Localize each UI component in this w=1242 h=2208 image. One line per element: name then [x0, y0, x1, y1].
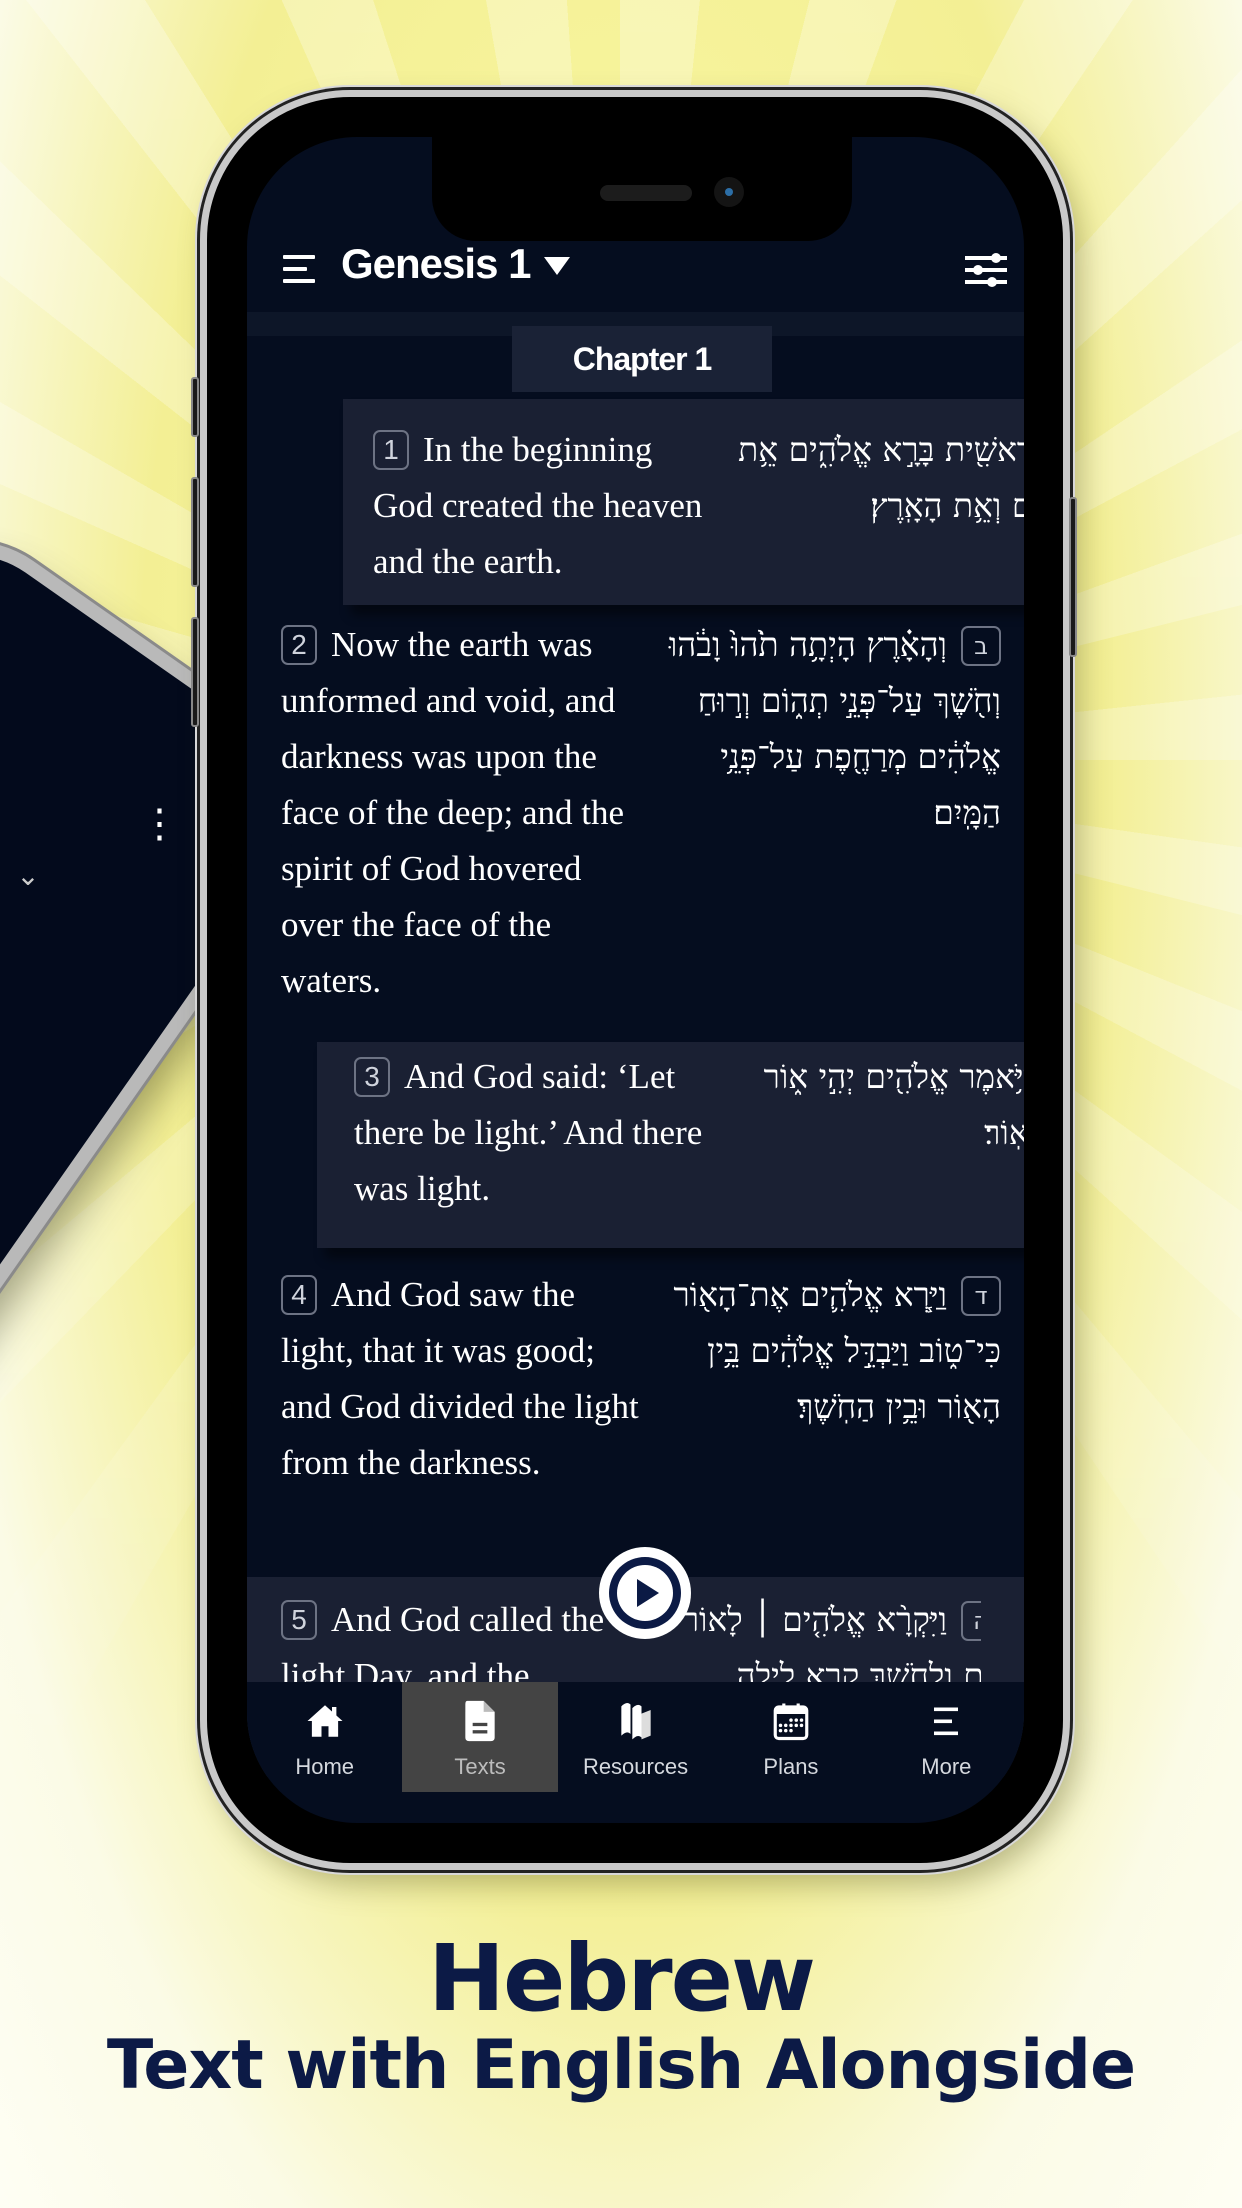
reader-content: Chapter 1 1 In the beginning God created …	[247, 312, 1024, 1777]
volume-down-button	[191, 617, 199, 727]
caption-subheadline: Text with English Alongside	[106, 2026, 1136, 2105]
play-icon	[637, 1579, 659, 1607]
verse-english: 2 Now the earth was unformed and void, an…	[281, 625, 625, 1000]
hebrew-verse-number: ב	[961, 626, 1001, 666]
document-icon	[457, 1698, 503, 1744]
verse-english: 4 And God saw the light, that it was good…	[281, 1275, 639, 1482]
bottom-tab-bar: Home Texts Resources Plans More	[247, 1682, 1024, 1792]
verse-number: 5	[281, 1600, 317, 1640]
tab-home[interactable]: Home	[247, 1682, 402, 1792]
verse-hebrew: גוַיֹּ֥אמֶר אֱלֹהִ֖ים יְהִ֣י א֑וֹר וַֽיְ…	[724, 1049, 1024, 1161]
sliders-icon[interactable]	[963, 250, 1009, 290]
book-chapter-selector[interactable]: Genesis 1	[341, 240, 571, 288]
verse-1[interactable]: 1 In the beginning God created the heaven…	[373, 422, 1024, 602]
top-app-bar: Genesis 1	[247, 232, 1024, 312]
volume-up-button	[191, 477, 199, 587]
mute-switch	[191, 377, 199, 437]
tab-plans[interactable]: Plans	[713, 1682, 868, 1792]
tab-more[interactable]: More	[869, 1682, 1024, 1792]
verse-number: 4	[281, 1275, 317, 1315]
calendar-icon	[768, 1698, 814, 1744]
verse-hebrew: בוְהָאָ֗רֶץ הָיְתָ֥ה תֹ֙הוּ֙ וָבֹ֔הוּ וְ…	[668, 625, 1001, 832]
power-button	[1069, 497, 1077, 657]
menu-icon	[923, 1698, 969, 1744]
verse-number: 2	[281, 625, 317, 665]
hamburger-icon[interactable]	[283, 252, 317, 286]
caption-headline: Hebrew	[427, 1925, 816, 2032]
verse-2[interactable]: 2 Now the earth was unformed and void, an…	[281, 617, 1001, 1017]
phone-mockup: Genesis 1 Chapter 1 1 In the beginning Go…	[191, 90, 1077, 1870]
more-vertical-icon: ⋮	[139, 801, 180, 846]
verse-3[interactable]: 3 And God said: ‘Let there be light.’ And…	[354, 1049, 1024, 1249]
hebrew-verse-number: ד	[961, 1276, 1001, 1316]
verse-hebrew: דוַיַּ֧רְא אֱלֹהִ֛ים אֶת־הָא֖וֹר כִּי־ט֑…	[673, 1275, 1001, 1426]
verse-english: 1 In the beginning God created the heaven…	[373, 430, 703, 581]
audio-play-button[interactable]	[599, 1547, 691, 1639]
speaker-grille	[600, 185, 692, 201]
page-title: Genesis 1	[341, 240, 531, 287]
app-screen: Genesis 1 Chapter 1 1 In the beginning Go…	[247, 137, 1024, 1823]
verse-4[interactable]: 4 And God saw the light, that it was good…	[281, 1267, 1001, 1567]
books-icon	[613, 1698, 659, 1744]
chapter-header: Chapter 1	[512, 326, 772, 392]
tab-texts[interactable]: Texts	[402, 1682, 558, 1792]
verse-number: 1	[373, 430, 409, 470]
front-camera	[714, 177, 744, 207]
caret-down-icon	[544, 257, 571, 275]
home-icon	[302, 1698, 348, 1744]
verse-english: 3 And God said: ‘Let there be light.’ And…	[354, 1057, 703, 1208]
verse-number: 3	[354, 1057, 390, 1097]
chevron-down-icon: ⌄	[16, 859, 40, 891]
notch	[432, 137, 852, 241]
hebrew-verse-number: ה	[961, 1601, 981, 1641]
tab-resources[interactable]: Resources	[558, 1682, 713, 1792]
verse-hebrew: אבְּרֵאשִׁ֖ית בָּרָ֣א אֱלֹהִ֑ים אֵ֥ת הַש…	[723, 422, 1024, 534]
